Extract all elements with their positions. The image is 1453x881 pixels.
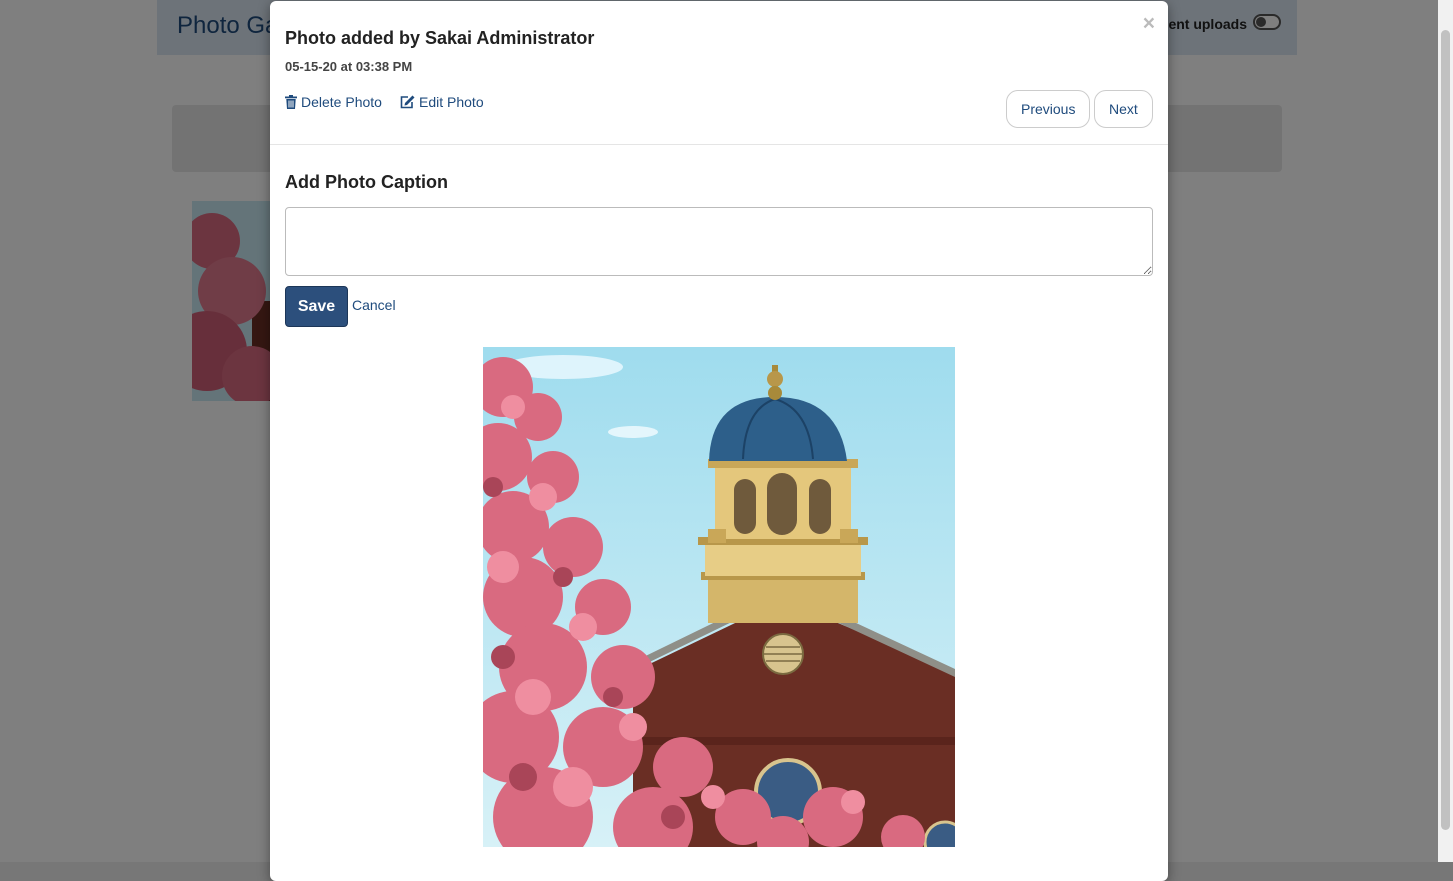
trash-icon [285, 95, 297, 109]
cancel-link[interactable]: Cancel [352, 297, 396, 313]
scrollbar-thumb[interactable] [1441, 30, 1450, 830]
edit-photo-link[interactable]: Edit Photo [400, 94, 484, 110]
modal-title: Photo added by Sakai Administrator [285, 28, 595, 48]
close-icon[interactable]: × [1143, 13, 1155, 34]
caption-heading: Add Photo Caption [285, 172, 448, 192]
modal-header: Photo added by Sakai Administrator 05-15… [270, 1, 1168, 145]
photo-image [483, 347, 955, 847]
save-button[interactable]: Save [285, 286, 348, 327]
caption-input[interactable] [285, 207, 1153, 276]
delete-photo-link[interactable]: Delete Photo [285, 94, 382, 110]
delete-photo-label: Delete Photo [301, 94, 382, 110]
scrollbar[interactable] [1438, 0, 1453, 862]
edit-photo-label: Edit Photo [419, 94, 484, 110]
photo-date: 05-15-20 at 03:38 PM [285, 59, 413, 74]
previous-button[interactable]: Previous [1006, 90, 1090, 128]
edit-icon [400, 95, 415, 109]
next-button[interactable]: Next [1094, 90, 1153, 128]
photo-modal: Photo added by Sakai Administrator 05-15… [270, 1, 1168, 881]
